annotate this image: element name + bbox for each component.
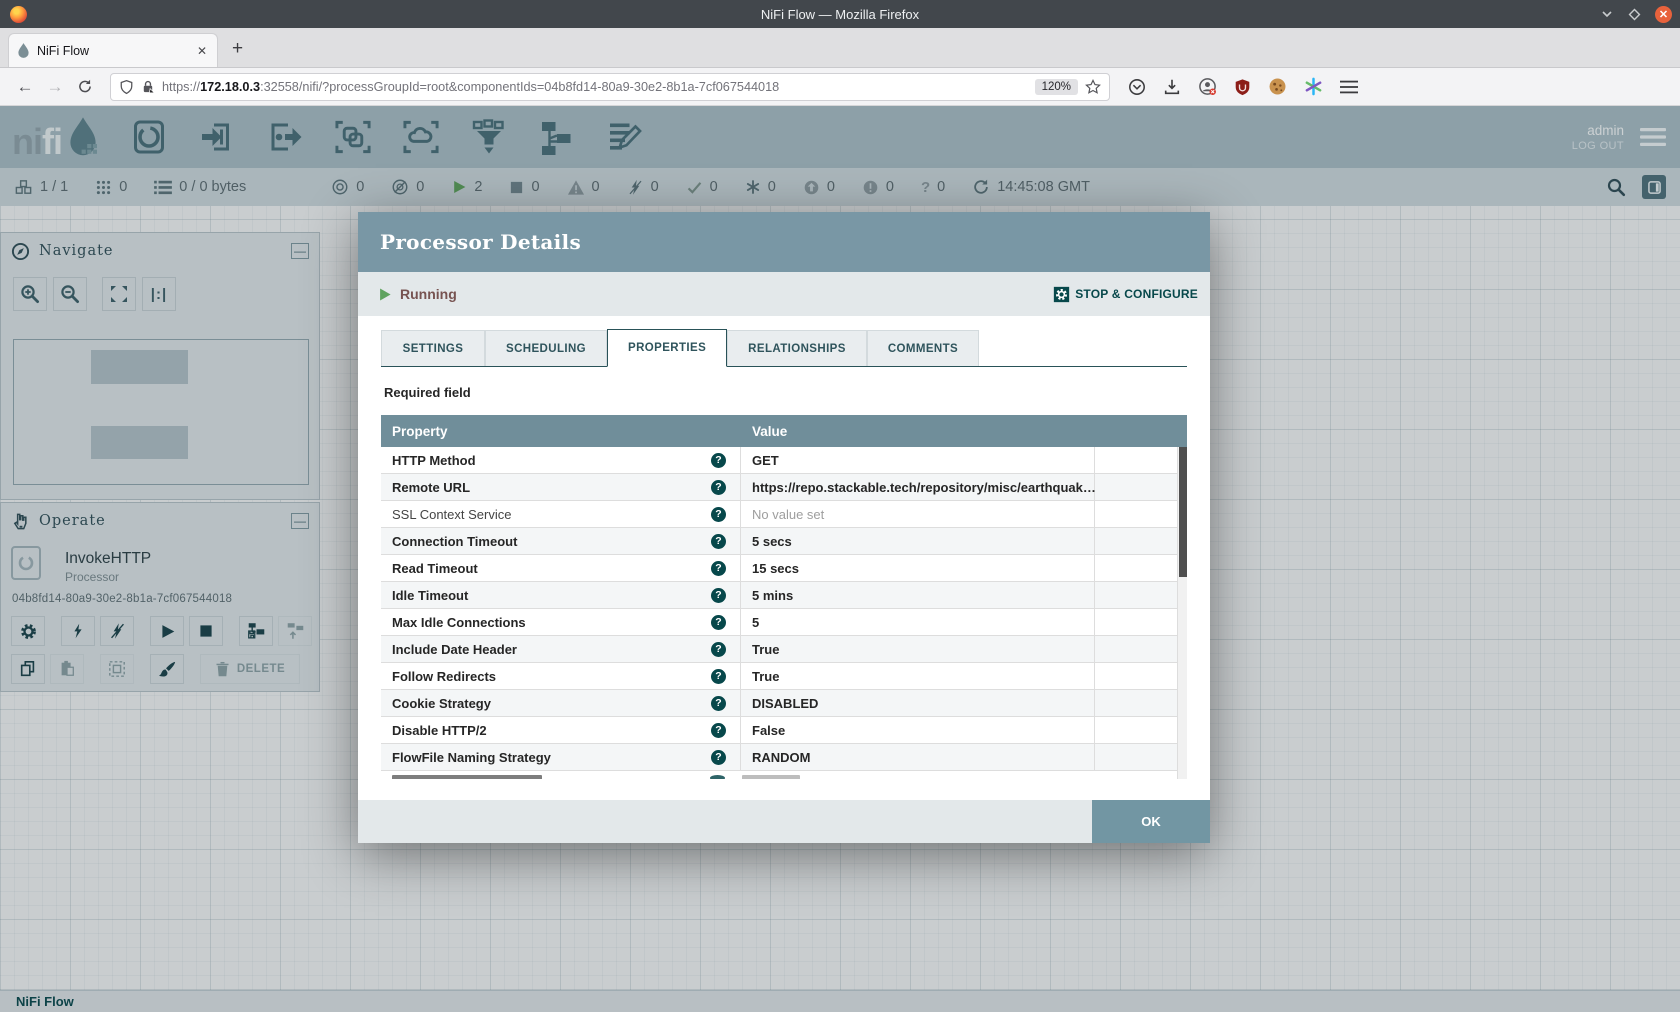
table-row[interactable]: FlowFile Naming Strategy?RANDOM bbox=[381, 744, 1187, 771]
table-row[interactable]: Include Date Header?True bbox=[381, 636, 1187, 663]
ublock-icon[interactable] bbox=[1234, 78, 1251, 96]
run-status-label: Running bbox=[400, 286, 457, 302]
tab-scheduling[interactable]: SCHEDULING bbox=[485, 330, 607, 366]
tab-properties[interactable]: PROPERTIES bbox=[607, 329, 727, 367]
table-row[interactable]: Read Timeout?15 secs bbox=[381, 555, 1187, 582]
scrollbar-thumb[interactable] bbox=[1179, 447, 1187, 577]
lock-icon[interactable] bbox=[141, 79, 155, 94]
help-icon[interactable]: ? bbox=[711, 453, 726, 468]
help-icon[interactable]: ? bbox=[711, 534, 726, 549]
stop-and-configure-label: STOP & CONFIGURE bbox=[1075, 287, 1198, 301]
maximize-icon[interactable] bbox=[1628, 8, 1641, 21]
table-row[interactable]: Remote URL?https://repo.stackable.tech/r… bbox=[381, 474, 1187, 501]
table-row[interactable]: HTTP Method?GET bbox=[381, 447, 1187, 474]
tab-close-icon[interactable]: ✕ bbox=[195, 44, 209, 58]
help-icon[interactable]: ? bbox=[711, 588, 726, 603]
help-icon[interactable]: ? bbox=[711, 696, 726, 711]
table-scrollbar[interactable] bbox=[1177, 447, 1187, 779]
table-row[interactable]: Connection Timeout?5 secs bbox=[381, 528, 1187, 555]
asterisk-extension-icon[interactable] bbox=[1304, 77, 1323, 96]
close-button[interactable]: ✕ bbox=[1655, 6, 1672, 23]
browser-tab[interactable]: NiFi Flow ✕ bbox=[8, 33, 218, 67]
back-button[interactable]: ← bbox=[10, 77, 40, 97]
tab-strip: NiFi Flow ✕ + bbox=[0, 28, 1680, 68]
table-row[interactable]: Cookie Strategy?DISABLED bbox=[381, 690, 1187, 717]
dialog-header: Processor Details bbox=[358, 212, 1210, 272]
help-icon[interactable]: ? bbox=[711, 642, 726, 657]
table-row[interactable]: Disable HTTP/2?False bbox=[381, 717, 1187, 744]
tab-title: NiFi Flow bbox=[37, 44, 188, 58]
dialog-title: Processor Details bbox=[380, 230, 581, 254]
new-tab-button[interactable]: + bbox=[232, 38, 243, 60]
table-row[interactable]: Max Idle Connections?5 bbox=[381, 609, 1187, 636]
required-field-note: Required field bbox=[384, 385, 471, 400]
column-property: Property bbox=[381, 424, 741, 439]
window-title: NiFi Flow — Mozilla Firefox bbox=[0, 7, 1680, 22]
table-row-clipped bbox=[381, 771, 1187, 779]
configure-gear-icon bbox=[1053, 286, 1070, 303]
reload-button[interactable] bbox=[70, 78, 100, 95]
url-bar[interactable]: https://172.18.0.3:32558/nifi/?processGr… bbox=[110, 73, 1110, 101]
download-icon[interactable] bbox=[1163, 78, 1181, 96]
help-icon[interactable]: ? bbox=[711, 669, 726, 684]
tab-comments[interactable]: COMMENTS bbox=[867, 330, 979, 366]
forward-button[interactable]: → bbox=[40, 77, 70, 97]
shield-icon[interactable] bbox=[119, 79, 134, 95]
account-extension-icon[interactable] bbox=[1198, 77, 1217, 96]
cookie-extension-icon[interactable] bbox=[1268, 77, 1287, 96]
help-icon[interactable]: ? bbox=[711, 615, 726, 630]
column-value: Value bbox=[741, 424, 787, 439]
processor-details-dialog: Processor Details Running STOP & CONFIGU… bbox=[358, 212, 1210, 843]
ok-button[interactable]: OK bbox=[1092, 800, 1210, 843]
dialog-status-row: Running STOP & CONFIGURE bbox=[358, 272, 1210, 316]
table-row[interactable]: Idle Timeout?5 mins bbox=[381, 582, 1187, 609]
nifi-page: nifi admin LOG OUT 1 / 1 0 0 / 0 bytes 0… bbox=[0, 106, 1680, 1012]
nifi-favicon bbox=[17, 43, 30, 58]
page-zoom-badge[interactable]: 120% bbox=[1035, 79, 1078, 95]
table-row[interactable]: SSL Context Service?No value set bbox=[381, 501, 1187, 528]
dialog-tabs: SETTINGS SCHEDULING PROPERTIES RELATIONS… bbox=[381, 330, 1187, 367]
url-text: https://172.18.0.3:32558/nifi/?processGr… bbox=[162, 80, 1028, 94]
table-header: Property Value bbox=[381, 415, 1187, 447]
help-icon[interactable]: ? bbox=[711, 561, 726, 576]
help-icon[interactable]: ? bbox=[711, 480, 726, 495]
running-icon bbox=[378, 287, 392, 302]
tab-settings[interactable]: SETTINGS bbox=[381, 330, 485, 366]
pocket-icon[interactable] bbox=[1128, 78, 1146, 96]
menu-hamburger-icon[interactable] bbox=[1340, 79, 1358, 95]
minimize-icon[interactable] bbox=[1600, 7, 1614, 21]
navigation-toolbar: ← → https://172.18.0.3:32558/nifi/?proce… bbox=[0, 68, 1680, 106]
window-titlebar: NiFi Flow — Mozilla Firefox ✕ bbox=[0, 0, 1680, 28]
help-icon[interactable]: ? bbox=[711, 723, 726, 738]
dialog-footer: OK bbox=[358, 800, 1210, 843]
stop-and-configure-button[interactable]: STOP & CONFIGURE bbox=[1053, 286, 1198, 303]
properties-table: Property Value HTTP Method?GET Remote UR… bbox=[381, 415, 1187, 779]
help-icon[interactable]: ? bbox=[711, 507, 726, 522]
tab-relationships[interactable]: RELATIONSHIPS bbox=[727, 330, 867, 366]
help-icon[interactable]: ? bbox=[711, 750, 726, 765]
table-row[interactable]: Follow Redirects?True bbox=[381, 663, 1187, 690]
bookmark-star-icon[interactable] bbox=[1085, 79, 1101, 95]
